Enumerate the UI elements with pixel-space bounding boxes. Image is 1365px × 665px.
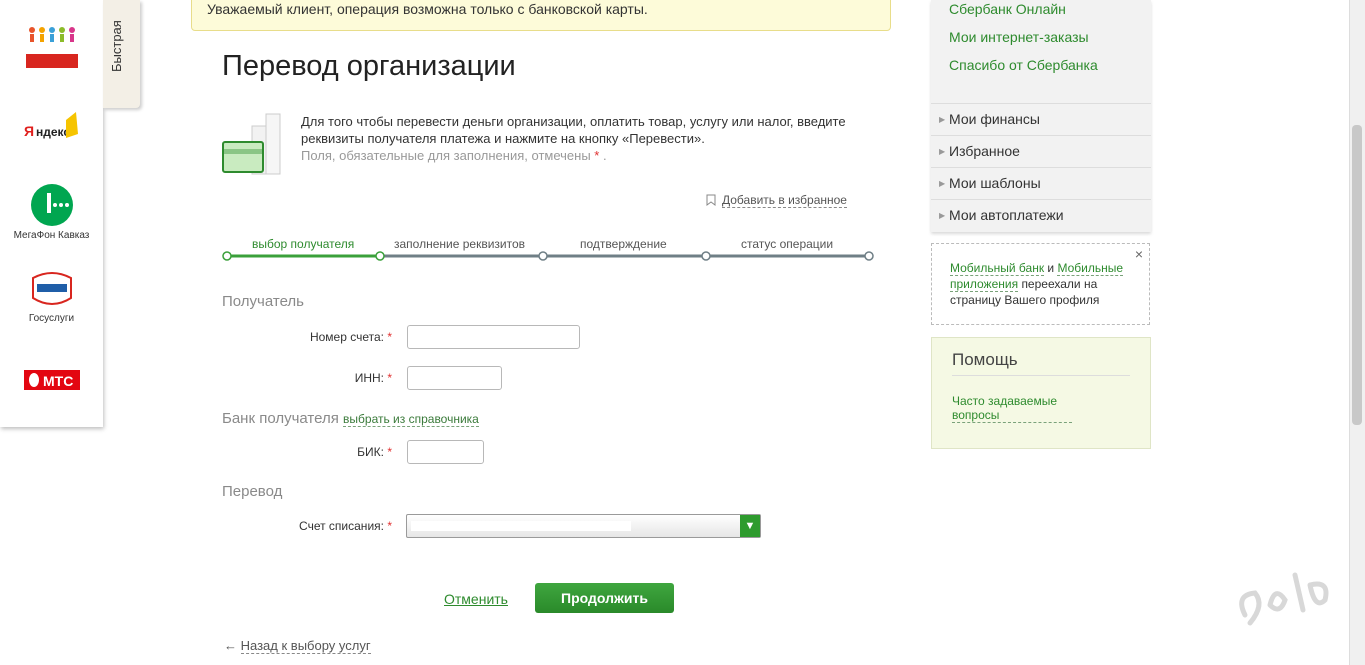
debit-account-value [411, 521, 631, 531]
bik-input[interactable] [407, 440, 484, 464]
quick-payments-tab[interactable]: Быстрая [103, 0, 140, 108]
triangle-right-icon: ▶ [939, 147, 946, 156]
link-spasibo[interactable]: Спасибо от Сбербанка [949, 57, 1098, 73]
triangle-right-icon: ▶ [939, 211, 946, 220]
step-confirmation: подтверждение [580, 237, 667, 251]
menu-templates[interactable]: ▶ Мои шаблоны [931, 167, 1151, 199]
menu-autopayments[interactable]: ▶ Мои автоплатежи [931, 199, 1151, 231]
debit-account-label: Счет списания: * [299, 519, 392, 533]
steps-progress-line [222, 251, 874, 261]
partner-dom-detey[interactable] [0, 22, 103, 75]
account-number-input[interactable] [407, 325, 580, 349]
choose-from-directory-link[interactable]: выбрать из справочника [343, 412, 479, 427]
back-to-services[interactable]: ← Назад к выбору услуг [224, 638, 371, 654]
inn-input[interactable] [407, 366, 502, 390]
cancel-button[interactable]: Отменить [444, 591, 508, 607]
link-sberbank-online[interactable]: Сбербанк Онлайн [949, 1, 1066, 17]
svg-text:ндекс: ндекс [36, 125, 70, 139]
continue-button[interactable]: Продолжить [535, 583, 674, 613]
partner-gosuslugi[interactable]: Госуслуги [0, 270, 103, 324]
intro-description: Для того чтобы перевести деньги организа… [301, 114, 846, 146]
notice-banner: Уважаемый клиент, операция возможна толь… [191, 0, 891, 31]
partner-megafon[interactable]: МегаФон Кавказ [0, 183, 103, 241]
account-number-label: Номер счета: * [309, 330, 392, 344]
gosuslugi-logo-icon [31, 272, 72, 305]
arrow-left-icon: ← [224, 638, 237, 653]
link-internet-orders[interactable]: Мои интернет-заказы [949, 29, 1089, 45]
dom-detey-logo-icon [25, 27, 78, 68]
step-fill-details: заполнение реквизитов [394, 237, 526, 251]
watermark-logo-icon [1239, 572, 1329, 626]
step-operation-status: статус операции [741, 237, 834, 251]
add-to-favorites[interactable]: Добавить в избранное [706, 193, 847, 208]
page-title: Перевод организации [222, 50, 516, 82]
section-recipient-bank: Банк получателя выбрать из справочника [222, 410, 479, 427]
help-title: Помощь [952, 350, 1130, 376]
quick-tab-label: Быстрая [109, 20, 124, 72]
mts-logo-icon: МТС [23, 370, 80, 390]
chevron-down-icon[interactable]: ▼ [740, 515, 760, 537]
step-select-recipient: выбор получателя [252, 237, 355, 251]
triangle-right-icon: ▶ [939, 179, 946, 188]
svg-text:МТС: МТС [43, 373, 73, 389]
back-link[interactable]: Назад к выбору услуг [240, 638, 371, 654]
partner-yandex[interactable]: Я ндекс [0, 110, 103, 147]
intro-required-note: Поля, обязательные для заполнения, отмеч… [301, 148, 607, 163]
mobile-bank-info: × Мобильный банк и Мобильные приложения … [931, 243, 1150, 325]
section-transfer: Перевод [222, 483, 283, 500]
scrollbar-thumb[interactable] [1352, 125, 1362, 425]
partner-label: Госуслуги [28, 313, 75, 324]
yandex-logo-icon: Я ндекс [24, 112, 78, 139]
progress-steps: выбор получателя заполнение реквизитов п… [222, 232, 877, 262]
bookmark-icon [706, 194, 716, 206]
close-icon[interactable]: × [1135, 246, 1143, 262]
menu-favorites[interactable]: ▶ Избранное [931, 135, 1151, 167]
intro-text: Для того чтобы перевести деньги организа… [301, 113, 861, 164]
partner-mts[interactable]: МТС [0, 368, 103, 395]
inn-label: ИНН: * [354, 371, 392, 385]
bik-label: БИК: * [357, 445, 392, 459]
triangle-right-icon: ▶ [939, 115, 946, 124]
organization-transfer-icon [222, 113, 281, 175]
megafon-logo-icon [30, 184, 73, 226]
section-recipient: Получатель [222, 293, 304, 310]
svg-text:Я: Я [24, 123, 34, 139]
notice-text: Уважаемый клиент, операция возможна толь… [207, 1, 648, 17]
debit-account-select[interactable]: ▼ [406, 514, 761, 538]
mobile-bank-link[interactable]: Мобильный банк [950, 261, 1045, 276]
right-sidebar: Сбербанк Онлайн Мои интернет-заказы Спас… [931, 0, 1151, 232]
add-to-favorites-link[interactable]: Добавить в избранное [722, 193, 847, 208]
quick-partners-panel: Я ндекс МегаФон Кавказ Госуслуги МТС [0, 0, 103, 427]
page-scrollbar[interactable] [1349, 0, 1365, 665]
faq-link[interactable]: Часто задаваемые вопросы [952, 394, 1072, 423]
partner-label: МегаФон Кавказ [13, 230, 90, 241]
menu-my-finances[interactable]: ▶ Мои финансы [931, 103, 1151, 135]
help-box: Помощь Часто задаваемые вопросы [931, 337, 1151, 449]
